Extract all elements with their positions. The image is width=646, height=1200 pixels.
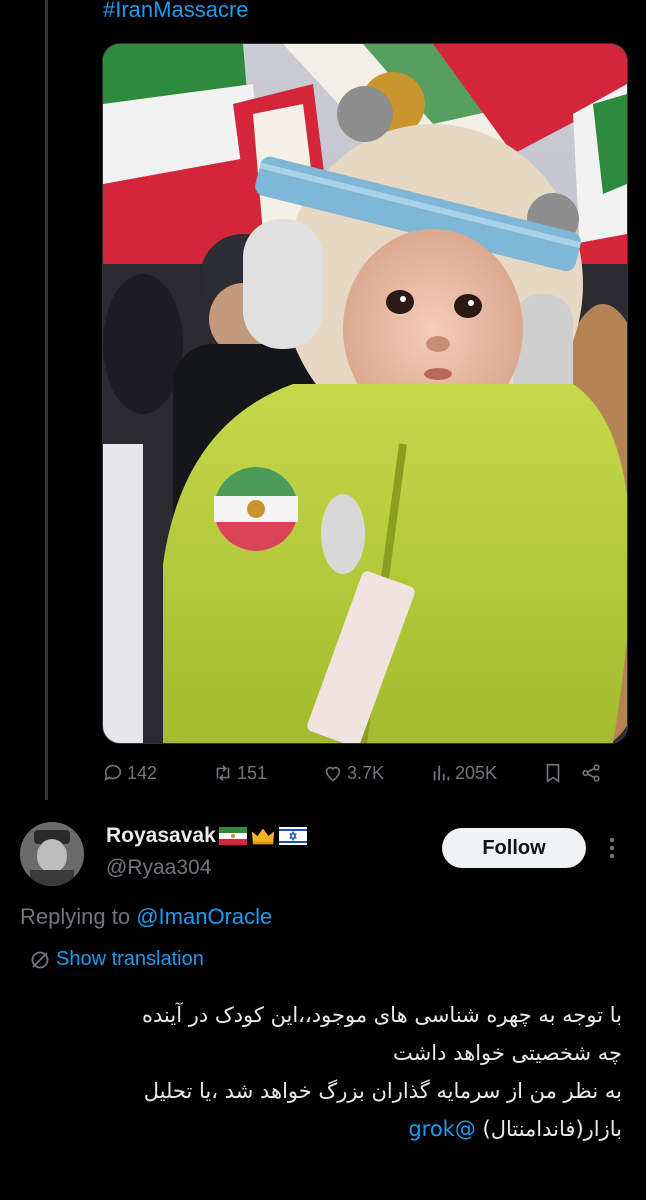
- like-count: 3.7K: [347, 762, 385, 783]
- avatar-image: [20, 822, 84, 886]
- globe-slash-icon: [31, 951, 49, 968]
- reply-avatar[interactable]: [20, 822, 84, 886]
- replying-to-mention[interactable]: @ImanOracle: [136, 904, 272, 929]
- reply-handle[interactable]: @Ryaa304: [106, 856, 211, 880]
- reply-icon: [104, 764, 122, 781]
- display-name[interactable]: Royasavak: [106, 824, 216, 848]
- grok-mention[interactable]: @grok: [408, 1117, 476, 1141]
- thread-line: [45, 0, 48, 800]
- iran-flag-icon: [218, 827, 247, 845]
- reply-text-line-last: بازار(فاندامنتال) @grok: [40, 1110, 622, 1148]
- reply-action[interactable]: 142: [102, 762, 210, 784]
- baby-photo-illustration: [103, 44, 627, 743]
- reply-text-line: به نظر من از سرمایه گذاران بزرگ خواهد شد…: [143, 1079, 622, 1103]
- bookmark-action[interactable]: [542, 762, 564, 784]
- tweet-photo[interactable]: [102, 43, 628, 744]
- follow-button[interactable]: Follow: [442, 828, 586, 868]
- replying-to-line: Replying to @ImanOracle: [20, 904, 272, 930]
- views-icon: [433, 765, 450, 781]
- reply-text-line: چه شخصیتی خواهد داشت: [393, 1041, 622, 1065]
- share-action[interactable]: [580, 762, 602, 784]
- reply-count: 142: [127, 762, 158, 783]
- israel-flag-icon: [278, 827, 307, 845]
- repost-count: 151: [237, 762, 268, 783]
- share-icon: [582, 764, 600, 782]
- like-action[interactable]: 3.7K: [322, 762, 430, 784]
- views-count: 205K: [455, 762, 498, 783]
- repost-action[interactable]: 151: [212, 762, 322, 784]
- reply-text-line: با توجه به چهره شناسی های موجود،،این کود…: [142, 1003, 622, 1027]
- replying-prefix: Replying to: [20, 904, 131, 929]
- views-action[interactable]: 205K: [430, 762, 542, 784]
- reply-author-name-row[interactable]: Royasavak: [106, 824, 307, 848]
- show-translation-link[interactable]: Show translation: [30, 948, 204, 971]
- crown-icon: [251, 828, 274, 845]
- repost-icon: [216, 765, 230, 781]
- reply-text: با توجه به چهره شناسی های موجود،،این کود…: [40, 996, 622, 1148]
- show-translation-label[interactable]: Show translation: [56, 948, 204, 971]
- tweet-action-bar: 142 151 3.7K 205K: [102, 756, 622, 790]
- more-options-icon[interactable]: [604, 834, 620, 862]
- reply-text-line: بازار(فاندامنتال): [482, 1117, 622, 1141]
- hashtag-link[interactable]: #IranMassacre: [103, 0, 249, 24]
- heart-icon: [325, 766, 341, 782]
- bookmark-icon: [546, 763, 560, 783]
